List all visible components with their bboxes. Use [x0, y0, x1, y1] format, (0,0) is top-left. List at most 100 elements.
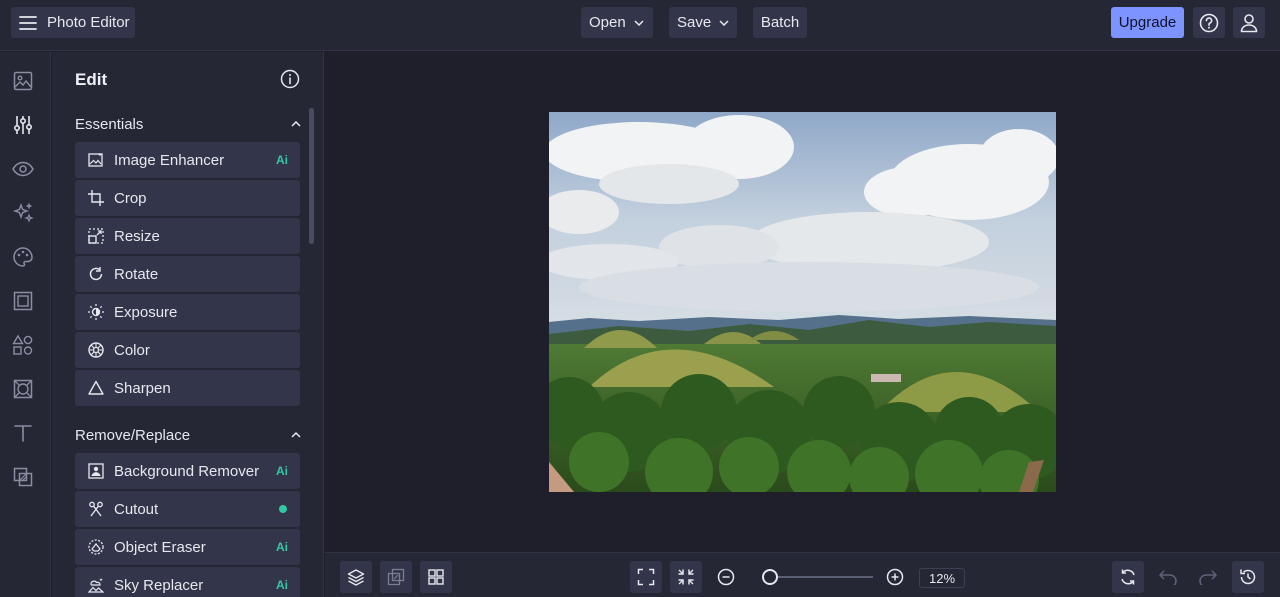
upgrade-button[interactable]: Upgrade [1111, 7, 1184, 38]
history-icon [1239, 568, 1257, 586]
app-menu-button[interactable]: Photo Editor [11, 7, 135, 38]
eye-icon[interactable] [12, 158, 34, 180]
scissors-icon [87, 500, 105, 518]
app-title: Photo Editor [47, 14, 130, 31]
help-button[interactable] [1193, 7, 1225, 38]
sky-replacer-icon [87, 576, 105, 594]
crop-icon [87, 189, 105, 207]
canvas-area [325, 52, 1280, 552]
layers-button[interactable] [340, 561, 372, 593]
photo-canvas[interactable] [549, 112, 1056, 492]
tool-cutout[interactable]: Cutout [75, 491, 300, 527]
image-enhancer-icon [87, 151, 105, 169]
ai-badge: Ai [276, 540, 288, 554]
tool-exposure[interactable]: Exposure [75, 294, 300, 330]
tool-label: Sharpen [114, 379, 171, 397]
tool-rotate[interactable]: Rotate [75, 256, 300, 292]
batch-button[interactable]: Batch [753, 7, 807, 38]
tool-label: Color [114, 341, 150, 359]
tool-label: Exposure [114, 303, 178, 321]
tool-label: Background Remover [114, 462, 260, 480]
info-icon[interactable] [280, 69, 300, 89]
ai-badge: Ai [276, 153, 288, 167]
edit-panel: Edit Essentials Image Enhancer Ai Crop R… [52, 52, 324, 597]
rotate-icon [87, 265, 105, 283]
tool-resize[interactable]: Resize [75, 218, 300, 254]
zoom-slider-thumb[interactable] [761, 569, 778, 585]
tool-label: Image Enhancer [114, 151, 225, 169]
palette-icon[interactable] [12, 246, 34, 268]
redo-icon [1198, 569, 1218, 585]
account-button[interactable] [1233, 7, 1265, 38]
texture-icon[interactable] [12, 378, 34, 400]
hamburger-icon [19, 15, 37, 30]
background-remover-icon [87, 462, 105, 480]
zoom-unit: % [943, 570, 956, 586]
sliders-icon[interactable] [12, 114, 34, 136]
panel-scrollbar[interactable] [309, 108, 314, 244]
bottom-toolbar: 12% [325, 552, 1280, 597]
tool-background-remover[interactable]: Background Remover Ai [75, 453, 300, 489]
section-title: Essentials [75, 115, 144, 133]
tool-image-enhancer[interactable]: Image Enhancer Ai [75, 142, 300, 178]
expand-icon [637, 568, 655, 586]
sync-icon [1119, 568, 1137, 586]
tool-sky-replacer[interactable]: Sky Replacer Ai [75, 567, 300, 597]
text-icon[interactable] [12, 422, 34, 444]
shrink-button[interactable] [670, 561, 702, 593]
tool-label: Cutout [114, 500, 159, 518]
open-label: Open [589, 14, 626, 31]
user-icon [1240, 13, 1258, 33]
fit-screen-button[interactable] [630, 561, 662, 593]
chevron-down-icon [719, 19, 729, 26]
tool-crop[interactable]: Crop [75, 180, 300, 216]
history-button[interactable] [1232, 561, 1264, 593]
zoom-percentage-field[interactable]: 12% [919, 568, 965, 588]
tool-rail [0, 52, 51, 597]
eraser-icon [87, 538, 105, 556]
layers-icon [347, 568, 365, 586]
batch-label: Batch [760, 14, 800, 31]
zoom-slider-track[interactable] [763, 576, 873, 578]
color-wheel-icon [87, 341, 105, 359]
zoom-value: 12 [928, 570, 944, 586]
tool-label: Object Eraser [114, 538, 206, 556]
open-menu-button[interactable]: Open [581, 7, 653, 38]
tool-label: Crop [114, 189, 147, 207]
frame-icon[interactable] [12, 290, 34, 312]
image-icon[interactable] [12, 70, 34, 92]
compare-icon [387, 568, 405, 586]
section-essentials[interactable]: Essentials [75, 112, 301, 136]
resize-icon [87, 227, 105, 245]
zoom-out-icon [717, 568, 735, 586]
sparkles-icon[interactable] [12, 202, 34, 224]
save-menu-button[interactable]: Save [669, 7, 737, 38]
shrink-icon [677, 568, 695, 586]
grid-icon [428, 569, 444, 585]
new-dot-badge [279, 505, 287, 513]
zoom-out-button[interactable] [710, 561, 742, 593]
tool-color[interactable]: Color [75, 332, 300, 368]
zoom-in-button[interactable] [879, 561, 911, 593]
sun-icon [87, 303, 105, 321]
section-remove-replace[interactable]: Remove/Replace [75, 423, 301, 447]
tool-label: Resize [114, 227, 160, 245]
chevron-down-icon [634, 19, 644, 26]
grid-view-button[interactable] [420, 561, 452, 593]
chevron-up-icon [291, 432, 301, 438]
section-title: Remove/Replace [75, 426, 191, 444]
undo-icon [1158, 569, 1178, 585]
question-circle-icon [1199, 13, 1219, 33]
redo-button[interactable] [1192, 561, 1224, 593]
tool-label: Rotate [114, 265, 159, 283]
compare-button[interactable] [380, 561, 412, 593]
tool-sharpen[interactable]: Sharpen [75, 370, 300, 406]
undo-button[interactable] [1152, 561, 1184, 593]
triangle-icon [87, 379, 105, 397]
panel-title: Edit [75, 70, 108, 89]
shapes-icon[interactable] [12, 334, 34, 356]
top-bar: Photo Editor Open Save Batch Upgrade [0, 0, 1280, 51]
overlay-icon[interactable] [12, 466, 34, 488]
reset-button[interactable] [1112, 561, 1144, 593]
tool-object-eraser[interactable]: Object Eraser Ai [75, 529, 300, 565]
